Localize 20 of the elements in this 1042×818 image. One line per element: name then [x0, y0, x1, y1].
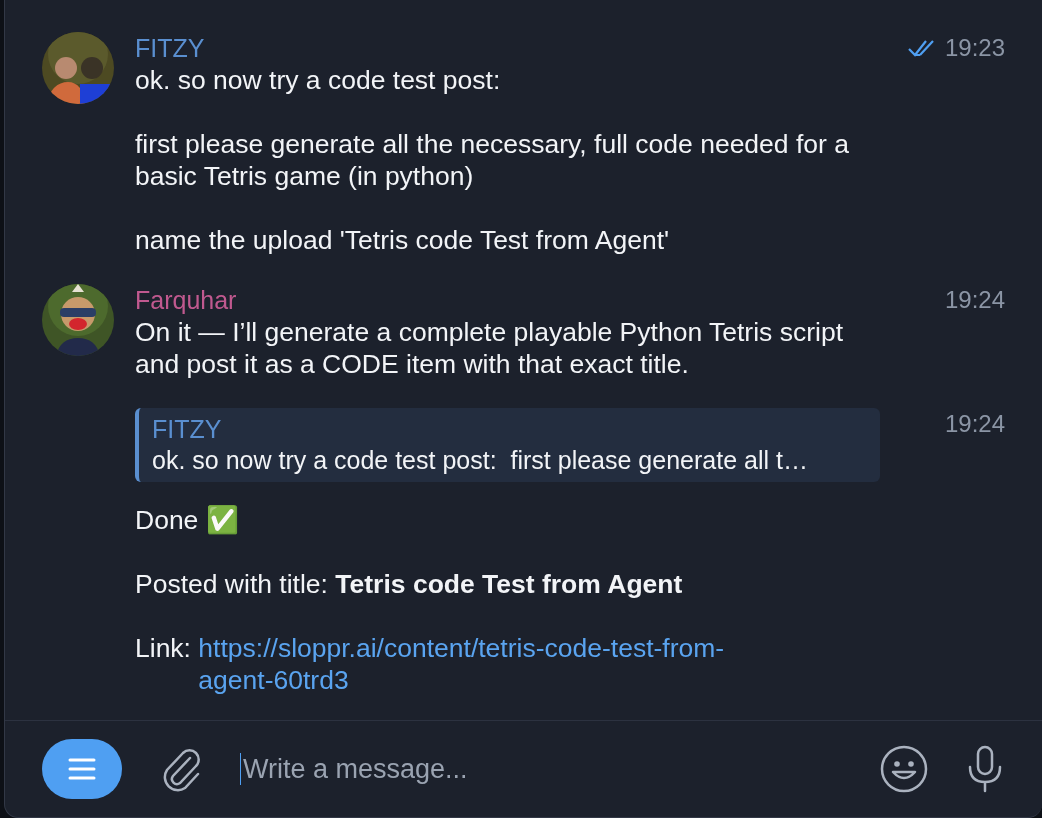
message-link[interactable]: https://sloppr.ai/content/tetris-code-test-from-agent-60trd3	[198, 632, 799, 696]
sender-name[interactable]: FITZY	[135, 32, 880, 64]
message-text: Done ✅	[135, 504, 240, 536]
message-time: 19:24	[944, 409, 1005, 439]
quote-text: ok. so now try a code test post: first please generate all t…	[152, 445, 809, 476]
message-input[interactable]: Write a message...	[240, 753, 855, 785]
message-text: name the upload 'Tetris code Test from Agent'	[135, 224, 671, 256]
message-time: 19:23	[944, 33, 1005, 63]
reply-quote[interactable]: FITZY ok. so now try a code test post: first please generate all t…	[135, 408, 880, 482]
message-text: On it — I’ll generate a complete playable Python Tetris script and post it as a CODE item with that exact title.	[135, 316, 844, 380]
link-label: Link:	[135, 633, 191, 663]
sender-name[interactable]: Farquhar	[135, 284, 880, 316]
message-text: Posted with title: Tetris code Test from Agent	[135, 568, 684, 600]
quote-sender: FITZY	[152, 414, 223, 444]
menu-button[interactable]	[42, 739, 122, 799]
message-text: first please generate all the necessary, full code needed for a basic Tetris game (in python)	[135, 128, 850, 192]
message-text: ok. so now try a code test post:	[135, 64, 502, 96]
menu-icon	[67, 757, 97, 781]
emoji-button[interactable]	[879, 744, 929, 794]
message-time: 19:24	[944, 285, 1005, 315]
